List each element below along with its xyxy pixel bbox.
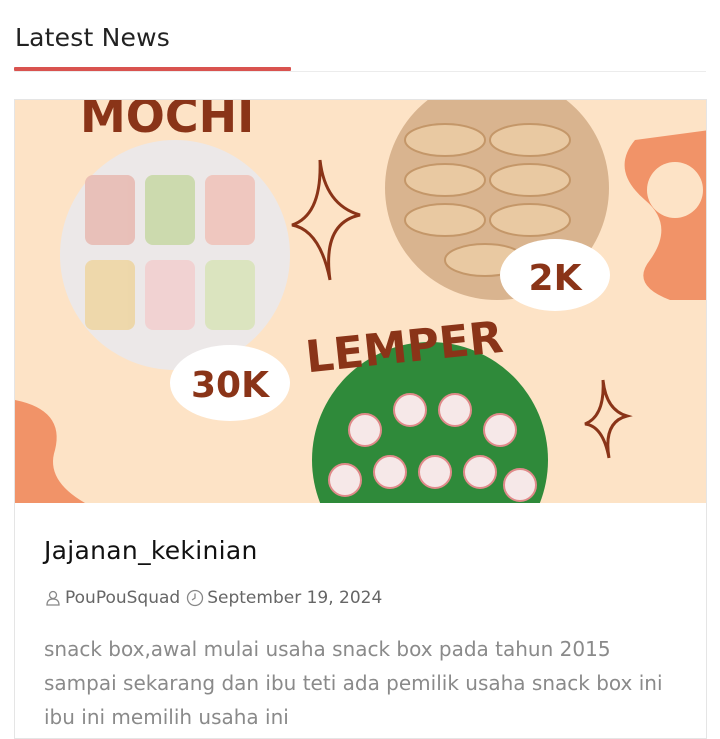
post-excerpt: snack box,awal mulai usaha snack box pad… — [44, 637, 663, 729]
post-date: September 19, 2024 — [207, 588, 383, 608]
thumbnail-artwork: 30K 2K MOCHI LEMPER — [15, 100, 706, 503]
price-pastry: 2K — [529, 258, 583, 299]
section-title-underline — [14, 67, 291, 71]
image-text-mochi: MOCHI — [80, 100, 254, 143]
post-thumbnail[interactable]: 30K 2K MOCHI LEMPER — [15, 100, 706, 503]
section-title: Latest News — [15, 23, 170, 52]
price-mochi: 30K — [191, 365, 270, 406]
price-bubble-mochi: 30K — [170, 345, 290, 421]
price-bubble-pastry: 2K — [500, 239, 610, 311]
clock-icon — [187, 589, 204, 607]
post-meta: PouPouSquad September 19, 2024 — [44, 587, 382, 609]
post-author[interactable]: PouPouSquad — [65, 588, 180, 608]
section-header: Latest News — [14, 0, 706, 72]
news-card: 30K 2K MOCHI LEMPER Jajanan_kekinian Pou… — [14, 99, 707, 739]
user-icon — [46, 590, 60, 606]
post-title[interactable]: Jajanan_kekinian — [44, 536, 258, 565]
